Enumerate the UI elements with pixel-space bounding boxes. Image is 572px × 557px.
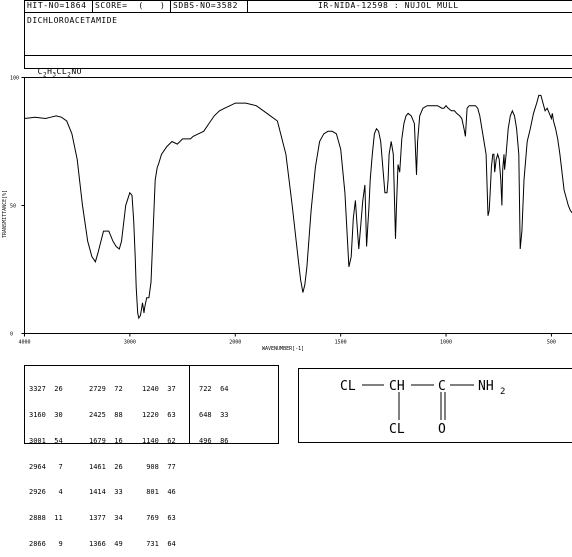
- table-row: 2866 9: [29, 540, 63, 549]
- table-row: 2964 7: [29, 463, 63, 472]
- atom-label: NH: [478, 379, 494, 394]
- structure-diagram: CL CH C NH 2 CL O: [0, 0, 572, 443]
- atom-label: O: [438, 422, 446, 437]
- atom-label: CL: [389, 422, 405, 437]
- atom-label: 2: [500, 387, 505, 397]
- atom-label: CL: [340, 379, 356, 394]
- atom-label: C: [438, 379, 446, 394]
- table-row: 2926 4: [29, 488, 63, 497]
- table-row: 2888 11: [29, 514, 63, 523]
- atom-label: CH: [389, 379, 405, 394]
